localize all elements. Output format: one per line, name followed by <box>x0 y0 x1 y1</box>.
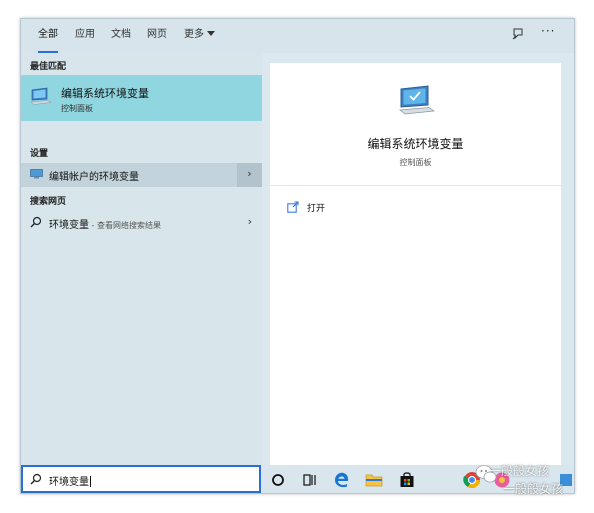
search-box[interactable]: 环境变量 <box>21 465 261 493</box>
settings-monitor-icon <box>30 169 43 179</box>
tab-web[interactable]: 网页 <box>147 19 167 53</box>
best-match-heading: 最佳匹配 <box>30 62 67 72</box>
web-search-query: 环境变量 <box>49 220 89 231</box>
preview-subtitle: 控制面板 <box>399 158 432 167</box>
search-icon <box>30 473 42 485</box>
computer-monitor-icon <box>399 85 435 115</box>
search-input[interactable]: 环境变量 <box>49 473 91 488</box>
preview-panel: 编辑系统环境变量 控制面板 打开 <box>270 63 561 465</box>
filter-tab-bar: 全部 应用 文档 网页 更多 ··· <box>21 19 574 53</box>
chevron-right-icon[interactable]: › <box>237 163 262 187</box>
preview-divider <box>270 185 561 186</box>
edge-icon[interactable] <box>333 471 351 489</box>
computer-monitor-icon <box>30 87 52 105</box>
tab-documents-label: 文档 <box>111 29 131 40</box>
open-icon <box>287 201 299 213</box>
feedback-icon[interactable] <box>511 27 525 44</box>
chevron-right-icon[interactable]: › <box>248 215 252 228</box>
tab-all-label: 全部 <box>38 29 58 40</box>
settings-heading: 设置 <box>30 149 49 159</box>
file-explorer-icon[interactable] <box>365 471 383 489</box>
best-match-title: 编辑系统环境变量 <box>61 87 149 100</box>
tab-all[interactable]: 全部 <box>38 19 58 53</box>
web-search-item[interactable]: 环境变量 - 查看网络搜索结果 › <box>21 212 262 234</box>
settings-result-label: 编辑帐户的环境变量 <box>49 172 139 183</box>
chevron-down-icon <box>207 31 215 36</box>
tab-more[interactable]: 更多 <box>184 19 215 53</box>
watermark-text-bottom: 一般般女孩 <box>503 482 564 496</box>
preview-title: 编辑系统环境变量 <box>367 137 464 151</box>
web-search-label: 环境变量 - 查看网络搜索结果 <box>49 216 161 231</box>
tab-apps-label: 应用 <box>75 29 95 40</box>
open-action-label: 打开 <box>307 204 326 214</box>
watermark-text-top: 一般般女孩 <box>489 464 550 478</box>
search-query-text: 环境变量 <box>49 477 89 488</box>
cortana-icon[interactable] <box>269 471 287 489</box>
tab-documents[interactable]: 文档 <box>111 19 131 53</box>
settings-result-item[interactable]: 编辑帐户的环境变量 › <box>21 163 262 187</box>
web-search-heading: 搜索网页 <box>30 197 67 207</box>
tab-web-label: 网页 <box>147 29 167 40</box>
web-search-hint: - 查看网络搜索结果 <box>89 221 161 230</box>
search-icon <box>30 216 42 228</box>
store-icon[interactable] <box>398 471 416 489</box>
tab-apps[interactable]: 应用 <box>75 19 95 53</box>
results-panel: 最佳匹配 编辑系统环境变量 控制面板 设置 编辑帐户的环境变量 › 搜索网页 环… <box>21 53 262 465</box>
best-match-subtitle: 控制面板 <box>61 104 93 113</box>
text-cursor <box>90 476 91 487</box>
more-options-icon[interactable]: ··· <box>541 24 555 38</box>
best-match-item[interactable]: 编辑系统环境变量 控制面板 <box>21 75 262 121</box>
tab-more-label: 更多 <box>184 29 204 40</box>
start-search-window: 全部 应用 文档 网页 更多 ··· 最佳匹配 编辑系统环境变量 控制面板 设置 <box>20 18 575 494</box>
task-view-icon[interactable] <box>301 471 319 489</box>
